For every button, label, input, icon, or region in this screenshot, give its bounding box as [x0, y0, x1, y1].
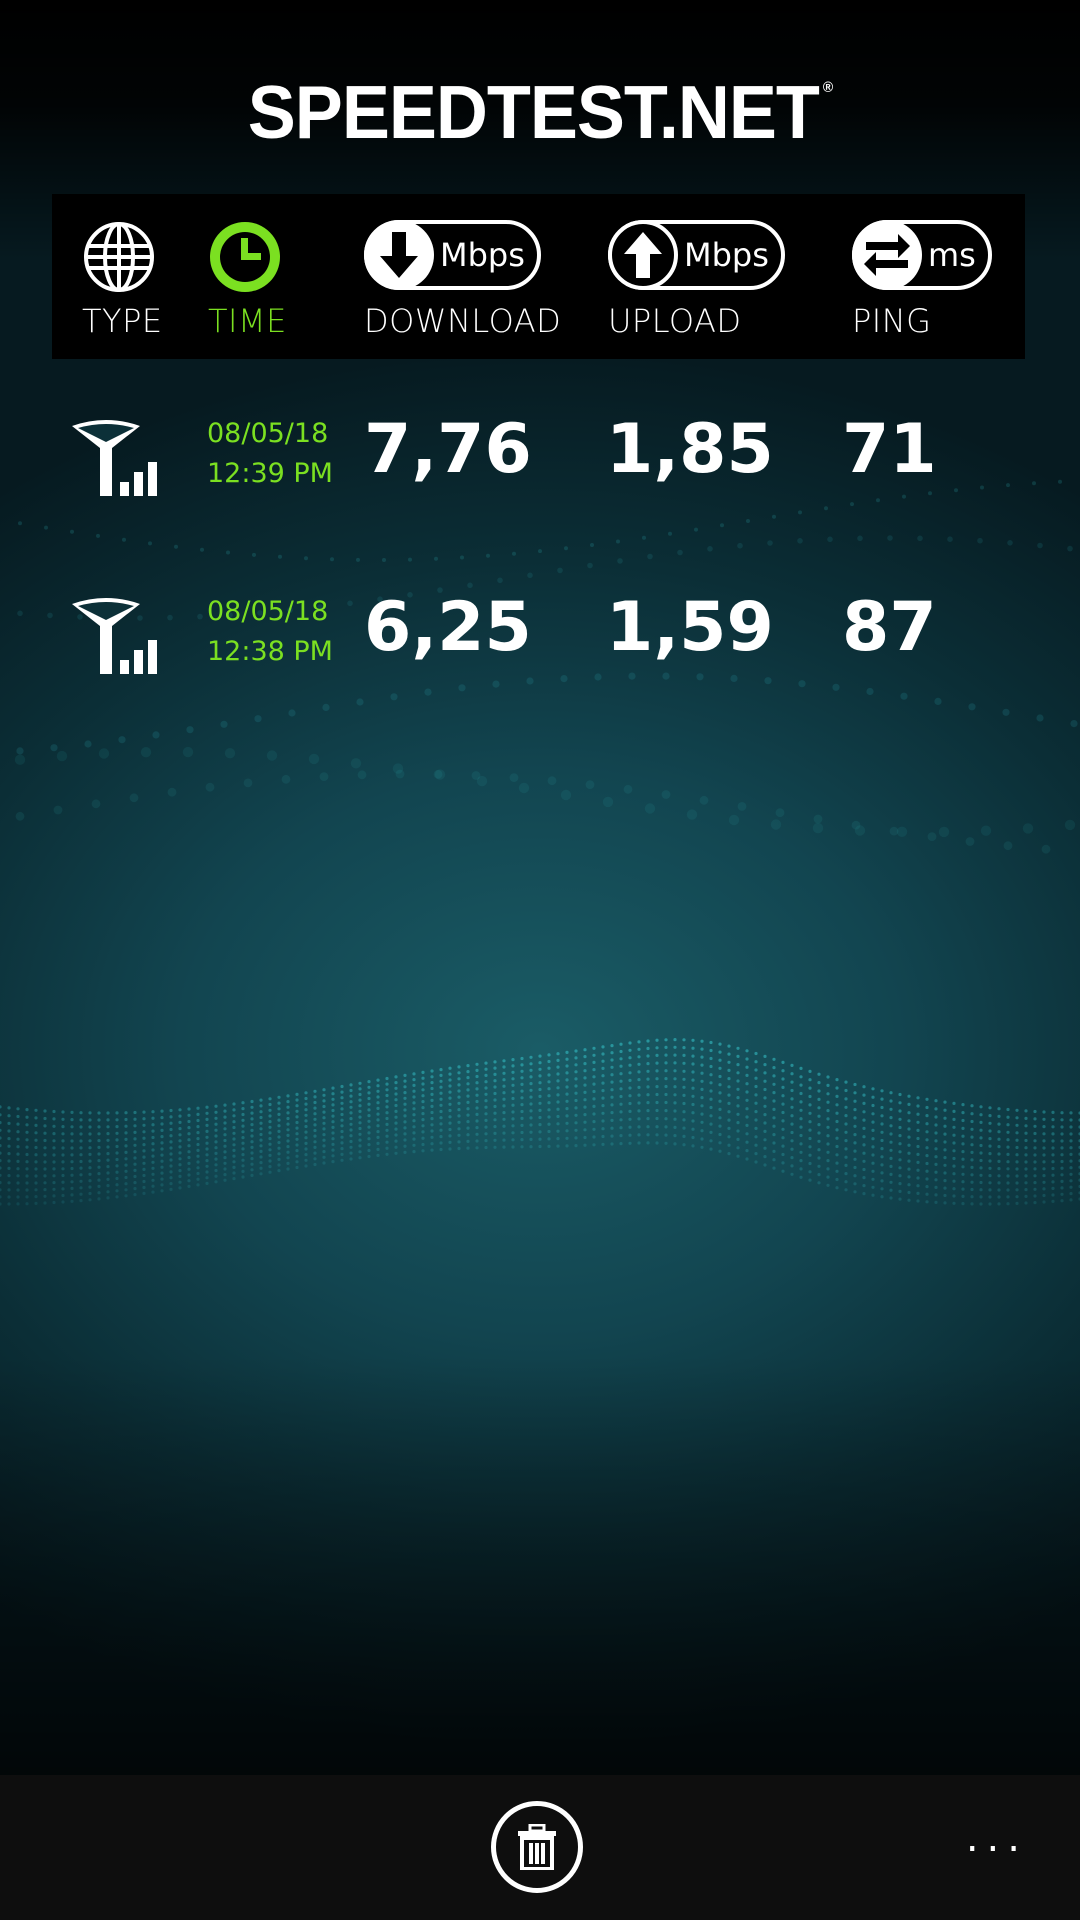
app-logo: SPEEDTEST.NET ® — [247, 71, 833, 155]
result-time: 12:38 PM — [207, 636, 333, 667]
column-ping[interactable]: ms PING — [852, 194, 1012, 359]
column-type[interactable]: TYPE — [82, 194, 172, 359]
more-options-button[interactable]: ... — [966, 1815, 1028, 1861]
result-date: 08/05/18 — [207, 418, 329, 449]
globe-icon — [84, 222, 154, 292]
main-screen: SPEEDTEST.NET ® TYPE TIME Mbps DOWNLOAD … — [0, 0, 1080, 1775]
results-header: TYPE TIME Mbps DOWNLOAD Mbps UPLOAD ms P… — [52, 194, 1025, 359]
swap-arrows-icon — [852, 220, 922, 290]
column-download-label: DOWNLOAD — [364, 302, 562, 340]
result-datetime: 08/05/18 12:38 PM — [207, 592, 333, 672]
result-upload: 1,59 — [606, 588, 774, 667]
cellular-signal-icon — [72, 420, 157, 496]
result-time: 12:39 PM — [207, 458, 333, 489]
column-time[interactable]: TIME — [208, 194, 318, 359]
result-row[interactable]: 08/05/18 12:39 PM 7,76 1,85 71 — [0, 400, 1080, 520]
download-unit-pill: Mbps — [364, 220, 541, 290]
cellular-signal-icon — [72, 598, 157, 674]
app-bar: ... — [0, 1775, 1080, 1920]
ping-unit-pill: ms — [852, 220, 992, 290]
column-upload[interactable]: Mbps UPLOAD — [608, 194, 788, 359]
upload-unit-pill: Mbps — [608, 220, 785, 290]
column-download[interactable]: Mbps DOWNLOAD — [364, 194, 564, 359]
result-row[interactable]: 08/05/18 12:38 PM 6,25 1,59 87 — [0, 578, 1080, 698]
arrow-up-icon — [608, 220, 678, 290]
delete-button[interactable] — [491, 1801, 583, 1893]
column-ping-label: PING — [852, 302, 932, 340]
column-time-label: TIME — [208, 302, 287, 340]
result-datetime: 08/05/18 12:39 PM — [207, 414, 333, 494]
clock-icon — [210, 222, 280, 292]
result-download: 6,25 — [364, 588, 532, 667]
arrow-down-icon — [364, 220, 434, 290]
result-ping: 87 — [842, 588, 937, 667]
result-date: 08/05/18 — [207, 596, 329, 627]
result-ping: 71 — [842, 410, 937, 489]
trash-icon — [518, 1824, 556, 1870]
column-upload-label: UPLOAD — [608, 302, 742, 340]
result-upload: 1,85 — [606, 410, 774, 489]
column-type-label: TYPE — [82, 302, 163, 340]
result-download: 7,76 — [364, 410, 532, 489]
